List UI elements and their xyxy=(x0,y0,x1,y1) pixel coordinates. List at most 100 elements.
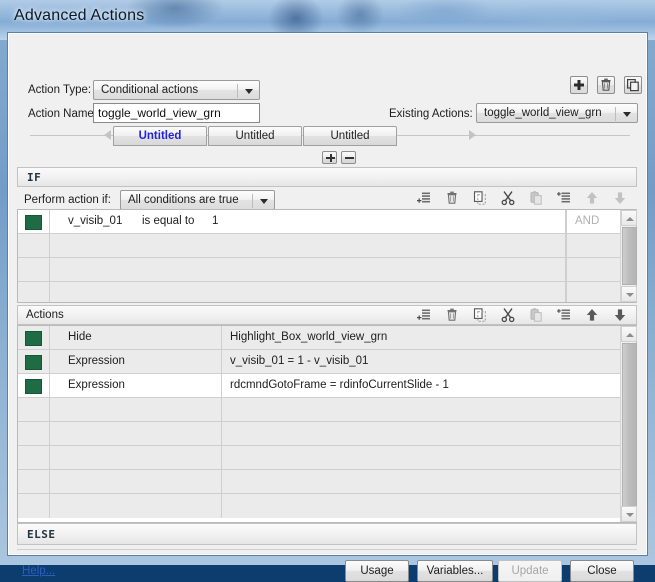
action-target-cell[interactable] xyxy=(222,422,622,445)
actions-scroll-down-button[interactable] xyxy=(621,506,637,522)
title-bar: Advanced Actions xyxy=(0,0,655,40)
action-target-cell[interactable] xyxy=(222,446,622,469)
action-type-cell[interactable]: Hide xyxy=(50,326,222,349)
conditions-scrollbar[interactable] xyxy=(620,210,637,302)
tab-untitled-2[interactable]: Untitled xyxy=(208,126,302,146)
cut-condition-icon[interactable] xyxy=(500,190,516,206)
perform-action-if-dropdown[interactable]: All conditions are true xyxy=(120,190,275,210)
conditions-scroll-thumb[interactable] xyxy=(622,227,637,285)
add-condition-icon[interactable] xyxy=(416,190,432,206)
condition-operator-cell[interactable] xyxy=(566,282,622,302)
action-type-cell[interactable] xyxy=(50,470,222,493)
action-row-8[interactable] xyxy=(18,494,622,518)
actions-scroll-up-button[interactable] xyxy=(621,326,637,342)
condition-enabled-cell[interactable] xyxy=(18,210,50,233)
variables-button[interactable]: Variables... xyxy=(417,560,493,582)
action-row-5[interactable] xyxy=(18,422,622,446)
delete-action-button[interactable] xyxy=(597,76,615,94)
add-action-row-icon[interactable] xyxy=(416,307,432,323)
action-name-input[interactable] xyxy=(93,103,260,123)
duplicate-action-button[interactable] xyxy=(624,76,642,94)
action-row-4[interactable] xyxy=(18,398,622,422)
action-enabled-cell[interactable] xyxy=(18,350,50,373)
move-action-up-icon[interactable] xyxy=(584,307,600,323)
delete-condition-icon[interactable] xyxy=(444,190,460,206)
condition-expression-cell[interactable]: v_visib_01 is equal to 1 xyxy=(50,210,566,233)
condition-expression-cell[interactable] xyxy=(50,234,566,257)
add-action-button[interactable] xyxy=(570,76,588,94)
action-row-3[interactable]: Expression rdcmndGotoFrame = rdinfoCurre… xyxy=(18,374,622,398)
conditions-scroll-up-button[interactable] xyxy=(621,210,637,226)
insert-condition-icon[interactable] xyxy=(556,190,572,206)
action-target-text: Highlight_Box_world_view_grn xyxy=(230,331,388,343)
tab-scroll-left-icon[interactable] xyxy=(104,130,111,140)
condition-enabled-cell[interactable] xyxy=(18,258,50,281)
action-target-cell[interactable] xyxy=(222,494,622,518)
move-condition-up-icon[interactable] xyxy=(584,190,600,206)
action-target-cell[interactable] xyxy=(222,398,622,421)
action-row-7[interactable] xyxy=(18,470,622,494)
conditions-scroll-down-button[interactable] xyxy=(621,286,637,302)
action-enabled-checkbox[interactable] xyxy=(25,379,42,394)
chevron-down-icon xyxy=(623,112,631,117)
action-type-cell[interactable] xyxy=(50,398,222,421)
action-target-cell[interactable] xyxy=(222,470,622,493)
condition-row-1[interactable]: v_visib_01 is equal to 1 AND xyxy=(18,210,622,234)
condition-row-3[interactable] xyxy=(18,258,622,282)
action-enabled-checkbox[interactable] xyxy=(25,331,42,346)
actions-scrollbar[interactable] xyxy=(620,326,637,522)
usage-button[interactable]: Usage xyxy=(345,560,409,582)
condition-expression-cell[interactable] xyxy=(50,282,566,302)
action-type-cell[interactable] xyxy=(50,494,222,518)
delete-action-row-icon[interactable] xyxy=(444,307,460,323)
insert-action-row-icon[interactable] xyxy=(556,307,572,323)
move-action-down-icon[interactable] xyxy=(612,307,628,323)
condition-expression-cell[interactable] xyxy=(50,258,566,281)
action-type-cell[interactable] xyxy=(50,446,222,469)
action-row-2[interactable]: Expression v_visib_01 = 1 - v_visib_01 xyxy=(18,350,622,374)
action-enabled-cell[interactable] xyxy=(18,422,50,445)
action-enabled-cell[interactable] xyxy=(18,470,50,493)
action-target-text: v_visib_01 = 1 - v_visib_01 xyxy=(230,355,369,367)
condition-operator-cell[interactable]: AND xyxy=(566,210,622,233)
tab-untitled-3[interactable]: Untitled xyxy=(303,126,397,146)
help-link[interactable]: Help... xyxy=(22,565,55,577)
action-enabled-cell[interactable] xyxy=(18,374,50,397)
tab-untitled-1[interactable]: Untitled xyxy=(113,126,207,146)
cut-action-row-icon[interactable] xyxy=(500,307,516,323)
actions-scroll-thumb[interactable] xyxy=(622,343,637,507)
action-enabled-cell[interactable] xyxy=(18,326,50,349)
condition-operator-cell[interactable] xyxy=(566,234,622,257)
trash-icon xyxy=(601,78,611,91)
arrow-down-icon xyxy=(626,513,634,517)
remove-tab-button[interactable] xyxy=(341,151,356,164)
existing-actions-dropdown[interactable]: toggle_world_view_grn xyxy=(476,103,638,123)
action-type-cell[interactable]: Expression xyxy=(50,374,222,397)
action-target-cell[interactable]: v_visib_01 = 1 - v_visib_01 xyxy=(222,350,622,373)
move-condition-down-icon[interactable] xyxy=(612,190,628,206)
tab-scroll-right-icon[interactable] xyxy=(469,130,476,140)
close-button[interactable]: Close xyxy=(570,560,634,582)
action-enabled-cell[interactable] xyxy=(18,494,50,518)
action-row-1[interactable]: Hide Highlight_Box_world_view_grn xyxy=(18,326,622,350)
action-target-cell[interactable]: Highlight_Box_world_view_grn xyxy=(222,326,622,349)
action-enabled-checkbox[interactable] xyxy=(25,355,42,370)
condition-enabled-cell[interactable] xyxy=(18,282,50,302)
condition-enabled-cell[interactable] xyxy=(18,234,50,257)
action-type-cell[interactable] xyxy=(50,422,222,445)
action-enabled-cell[interactable] xyxy=(18,398,50,421)
arrow-up-icon xyxy=(626,333,634,337)
action-row-6[interactable] xyxy=(18,446,622,470)
condition-enabled-checkbox[interactable] xyxy=(25,215,42,230)
action-type-dropdown[interactable]: Conditional actions xyxy=(93,80,260,100)
copy-condition-icon[interactable] xyxy=(472,190,488,206)
condition-row-4[interactable] xyxy=(18,282,622,302)
action-enabled-cell[interactable] xyxy=(18,446,50,469)
condition-row-2[interactable] xyxy=(18,234,622,258)
update-button[interactable]: Update xyxy=(498,560,562,582)
copy-action-row-icon[interactable] xyxy=(472,307,488,323)
condition-operator-cell[interactable] xyxy=(566,258,622,281)
add-tab-button[interactable] xyxy=(322,151,337,164)
action-type-cell[interactable]: Expression xyxy=(50,350,222,373)
action-target-cell[interactable]: rdcmndGotoFrame = rdinfoCurrentSlide - 1 xyxy=(222,374,622,397)
